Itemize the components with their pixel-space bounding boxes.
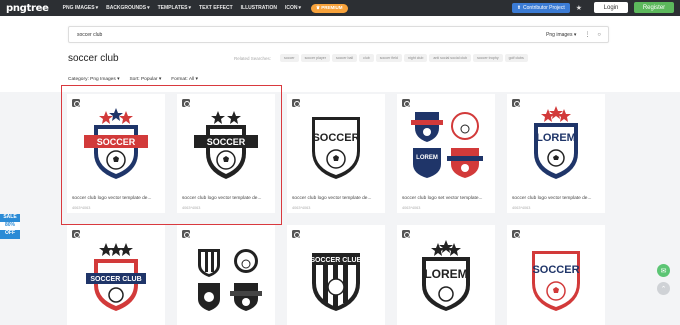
more-options-icon[interactable]: ⋮ [584, 31, 590, 38]
nav-backgrounds[interactable]: BACKGROUNDS ▾ [106, 5, 150, 11]
soccer-logo-set: LOREM [411, 112, 483, 178]
svg-text:SOCCER CLUB: SOCCER CLUB [310, 257, 361, 264]
related-tags: soccer soccer player soccer ball club so… [280, 54, 528, 62]
soccer-club-shield-logo: SOCCER CLUB [86, 243, 146, 311]
image-badge-icon [512, 99, 520, 107]
lorem-shield-logo: LOREM [422, 240, 470, 311]
lorem-shield-logo: LOREM [534, 106, 578, 179]
svg-text:SOCCER: SOCCER [312, 132, 359, 144]
card-dimensions: 4063*4063 [512, 206, 531, 210]
related-tag[interactable]: soccer player [300, 54, 330, 62]
login-button[interactable]: Login [594, 2, 628, 13]
sale-percent: 80% [0, 222, 20, 230]
sale-badge[interactable]: SALE 80% OFF [0, 214, 20, 240]
nav-png-images[interactable]: PNG IMAGES ▾ [63, 5, 98, 11]
image-badge-icon [182, 230, 190, 238]
search-bar: soccer club Png images ▾ ⋮ ○ [68, 26, 609, 43]
result-card[interactable]: LOREM soccer club logo vector template d… [507, 94, 605, 213]
result-thumbnail[interactable]: SOCCER [507, 225, 605, 325]
chevron-down-icon: ▾ [298, 5, 301, 11]
image-badge-icon [402, 99, 410, 107]
svg-text:SOCCER: SOCCER [532, 264, 579, 276]
result-card[interactable] [177, 225, 275, 325]
page-title: soccer club [68, 53, 119, 64]
filter-bar: Category: Png Images ▾ Sort: Popular ▾ F… [68, 77, 198, 82]
related-tag[interactable]: soccer trophy [473, 54, 503, 62]
nav-icon[interactable]: ICON ▾ [285, 5, 301, 11]
svg-text:LOREM: LOREM [424, 267, 467, 281]
result-thumbnail[interactable]: SOCCER [287, 94, 385, 192]
related-tag[interactable]: night club [403, 54, 428, 62]
nav-templates[interactable]: TEMPLATES ▾ [158, 5, 191, 11]
image-badge-icon [292, 230, 300, 238]
image-badge-icon [512, 230, 520, 238]
result-card[interactable]: LOREM [397, 225, 495, 325]
result-thumbnail[interactable]: SOCCER CLUB [67, 225, 165, 325]
result-card[interactable]: SOCCER soccer club logo vector template … [287, 94, 385, 213]
sale-off: OFF [0, 230, 20, 239]
related-tag[interactable]: soccer ball [331, 54, 358, 62]
svg-text:SOCCER CLUB: SOCCER CLUB [90, 276, 141, 283]
register-button[interactable]: Register [634, 2, 674, 13]
search-input[interactable]: soccer club [77, 32, 546, 38]
image-badge-icon [72, 230, 80, 238]
account-nav: ⬆ Contributor Project ★ Login Register [511, 2, 674, 13]
back-to-top-icon[interactable]: ⌃ [657, 282, 670, 295]
premium-button[interactable]: ♛ PREMIUM [310, 3, 348, 13]
related-tag[interactable]: soccer [280, 54, 299, 62]
result-thumbnail[interactable]: SOCCER CLUB [287, 225, 385, 325]
search-category-select[interactable]: Png images ▾ [546, 32, 576, 38]
svg-text:LOREM: LOREM [416, 155, 438, 161]
contributor-project-button[interactable]: ⬆ Contributor Project [511, 2, 570, 13]
search-icon[interactable]: ○ [597, 32, 601, 38]
crown-icon: ♛ [315, 5, 321, 10]
top-nav: pngtree PNG IMAGES ▾ BACKGROUNDS ▾ TEMPLAT… [0, 0, 680, 16]
chevron-down-icon: ▾ [95, 5, 99, 11]
result-card[interactable]: SOCCER CLUB [67, 225, 165, 325]
result-thumbnail[interactable]: LOREM [397, 94, 495, 192]
sale-label: SALE [0, 214, 20, 222]
category-filter[interactable]: Category: Png Images ▾ [68, 77, 119, 82]
image-badge-icon [292, 99, 300, 107]
result-thumbnail[interactable]: LOREM [507, 94, 605, 192]
result-thumbnail[interactable]: LOREM [397, 225, 495, 325]
sort-filter[interactable]: Sort: Popular ▾ [129, 77, 161, 82]
upload-icon: ⬆ [516, 4, 522, 11]
format-filter[interactable]: Format: All ▾ [171, 77, 198, 82]
soccer-shield-logo: SOCCER [312, 117, 360, 179]
result-card[interactable]: SOCCER [507, 225, 605, 325]
card-title[interactable]: soccer club logo vector template de... [292, 196, 371, 201]
nav-text-effect[interactable]: TEXT EFFECT [199, 5, 233, 11]
chevron-down-icon: ▾ [188, 5, 192, 11]
soccer-shield-logo: SOCCER [532, 251, 580, 311]
related-tag[interactable]: club [359, 54, 374, 62]
selection-highlight [61, 85, 282, 225]
chat-icon[interactable]: ✉ [657, 264, 670, 277]
svg-text:LOREM: LOREM [536, 132, 576, 144]
nav-illustration[interactable]: ILLUSTRATION [241, 5, 277, 11]
result-card[interactable]: LOREM soccer club logo set vector templa… [397, 94, 495, 213]
chevron-down-icon: ▾ [147, 5, 150, 11]
related-tag[interactable]: anti social social club [429, 54, 472, 62]
result-thumbnail[interactable] [177, 225, 275, 325]
favorites-star-icon[interactable]: ★ [576, 4, 582, 12]
card-dimensions: 4063*4063 [402, 206, 421, 210]
card-title[interactable]: soccer club logo vector template de... [512, 196, 591, 201]
soccer-club-shield-logo: SOCCER CLUB [310, 253, 362, 311]
soccer-logo-set [198, 249, 262, 311]
site-logo[interactable]: pngtree [6, 3, 49, 14]
related-tag[interactable]: golf clubs [504, 54, 528, 62]
related-searches-label: Related Searches: [234, 56, 272, 61]
image-badge-icon [402, 230, 410, 238]
card-title[interactable]: soccer club logo set vector template... [402, 196, 483, 201]
card-dimensions: 4063*4063 [292, 206, 311, 210]
related-tag[interactable]: soccer field [375, 54, 402, 62]
result-card[interactable]: SOCCER CLUB [287, 225, 385, 325]
